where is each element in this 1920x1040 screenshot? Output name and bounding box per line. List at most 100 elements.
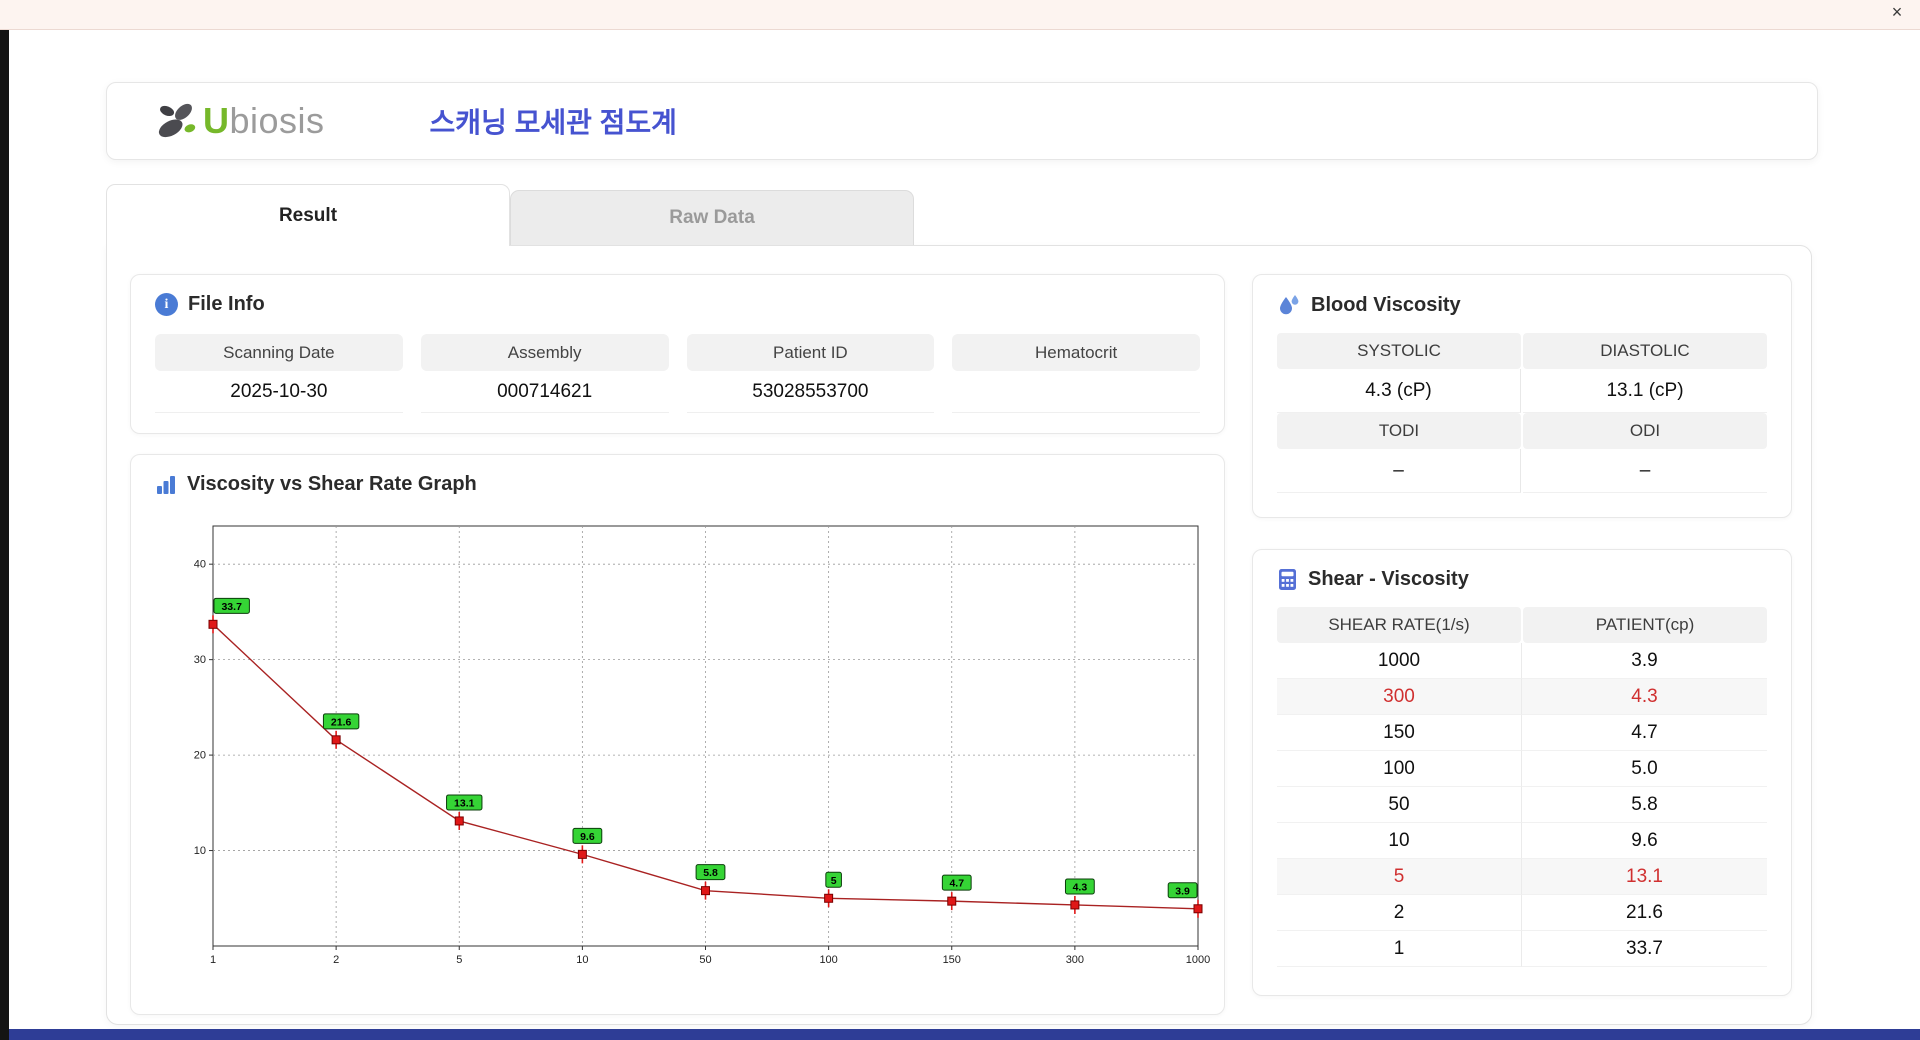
calculator-icon bbox=[1279, 569, 1296, 590]
logo-text: Ubiosis bbox=[203, 100, 325, 142]
shear-viscosity-header: Shear - Viscosity bbox=[1277, 568, 1767, 591]
field-value: 53028553700 bbox=[686, 371, 935, 413]
bv-value-systolic: 4.3 (cP) bbox=[1277, 369, 1521, 413]
svg-text:100: 100 bbox=[819, 954, 837, 966]
svg-text:9.6: 9.6 bbox=[580, 831, 595, 843]
shear-table-header: SHEAR RATE(1/s) PATIENT(cp) bbox=[1277, 607, 1767, 643]
field-value: 2025-10-30 bbox=[155, 371, 403, 413]
shear-row: 100 5.0 bbox=[1277, 751, 1767, 787]
bv-value-todi: – bbox=[1277, 449, 1521, 493]
field-label: Assembly bbox=[420, 334, 669, 371]
svg-text:33.7: 33.7 bbox=[221, 601, 242, 613]
shear-row: 1000 3.9 bbox=[1277, 643, 1767, 679]
field-label: Patient ID bbox=[686, 334, 935, 371]
blood-viscosity-header: Blood Viscosity bbox=[1277, 293, 1767, 317]
bv-label-systolic: SYSTOLIC bbox=[1277, 333, 1521, 369]
shear-rate-cell: 300 bbox=[1277, 679, 1522, 715]
field-value bbox=[952, 371, 1200, 413]
shear-rate-cell: 2 bbox=[1277, 895, 1522, 931]
bv-value-odi: – bbox=[1523, 449, 1767, 493]
shear-viscosity-card: Shear - Viscosity SHEAR RATE(1/s) PATIEN… bbox=[1252, 549, 1792, 996]
svg-text:21.6: 21.6 bbox=[331, 716, 352, 728]
svg-text:4.7: 4.7 bbox=[949, 878, 964, 890]
svg-text:5: 5 bbox=[831, 875, 837, 887]
svg-text:150: 150 bbox=[943, 954, 961, 966]
svg-text:4.3: 4.3 bbox=[1073, 881, 1088, 893]
svg-text:30: 30 bbox=[194, 654, 206, 666]
svg-text:5: 5 bbox=[456, 954, 462, 966]
file-info-title: File Info bbox=[188, 293, 265, 315]
bv-value-diastolic: 13.1 (cP) bbox=[1523, 369, 1767, 413]
file-info-header: i File Info bbox=[155, 293, 1200, 316]
shear-col-rate: SHEAR RATE(1/s) bbox=[1277, 607, 1521, 643]
bv-label-todi: TODI bbox=[1277, 413, 1521, 449]
shear-row: 2 21.6 bbox=[1277, 895, 1767, 931]
file-info-card: i File Info Scanning Date 2025-10-30 Ass… bbox=[130, 274, 1225, 434]
shear-rate-cell: 1000 bbox=[1277, 643, 1522, 679]
field-patient-id: Patient ID 53028553700 bbox=[686, 334, 935, 413]
graph-card: Viscosity vs Shear Rate Graph 10 20 30 40 1 2… bbox=[130, 454, 1225, 1015]
bottom-accent-bar bbox=[9, 1029, 1920, 1040]
shear-row: 50 5.8 bbox=[1277, 787, 1767, 823]
graph-title: Viscosity vs Shear Rate Graph bbox=[187, 473, 477, 495]
bv-label-odi: ODI bbox=[1523, 413, 1767, 449]
field-label: Scanning Date bbox=[155, 334, 403, 371]
blood-viscosity-title: Blood Viscosity bbox=[1311, 293, 1461, 316]
patient-cp-cell: 9.6 bbox=[1522, 823, 1767, 859]
graph-header: Viscosity vs Shear Rate Graph bbox=[155, 473, 1200, 496]
patient-cp-cell: 4.7 bbox=[1522, 715, 1767, 751]
svg-text:1: 1 bbox=[210, 954, 216, 966]
svg-text:1000: 1000 bbox=[1186, 954, 1210, 966]
app-logo: Ubiosis bbox=[155, 100, 325, 142]
shear-row: 300 4.3 bbox=[1277, 679, 1767, 715]
field-value: 000714621 bbox=[420, 371, 669, 413]
shear-rate-cell: 10 bbox=[1277, 823, 1522, 859]
bv-label-diastolic: DIASTOLIC bbox=[1523, 333, 1767, 369]
tab-result[interactable]: Result bbox=[106, 184, 510, 246]
header-card: Ubiosis 스캐닝 모세관 점도계 bbox=[106, 82, 1818, 160]
viscosity-chart: 10 20 30 40 1 2 5 10 50 100 150 300 1000 33.7 21.6 13.1… bbox=[194, 525, 1210, 966]
window-titlebar: × bbox=[0, 0, 1920, 30]
shear-row: 10 9.6 bbox=[1277, 823, 1767, 859]
shear-rate-cell: 100 bbox=[1277, 751, 1522, 787]
field-hematocrit: Hematocrit bbox=[952, 334, 1200, 413]
patient-cp-cell: 33.7 bbox=[1522, 931, 1767, 967]
content-panel: i File Info Scanning Date 2025-10-30 Ass… bbox=[106, 245, 1812, 1025]
shear-viscosity-table: SHEAR RATE(1/s) PATIENT(cp) 1000 3.9 300… bbox=[1277, 607, 1767, 967]
tab-raw-data[interactable]: Raw Data bbox=[510, 190, 914, 245]
svg-text:5.8: 5.8 bbox=[703, 867, 718, 879]
svg-text:3.9: 3.9 bbox=[1175, 885, 1190, 897]
shear-viscosity-title: Shear - Viscosity bbox=[1308, 568, 1469, 590]
shear-rate-cell: 1 bbox=[1277, 931, 1522, 967]
info-icon: i bbox=[155, 293, 178, 316]
patient-cp-cell: 5.8 bbox=[1522, 787, 1767, 823]
patient-cp-cell: 4.3 bbox=[1522, 679, 1767, 715]
field-label: Hematocrit bbox=[952, 334, 1200, 371]
shear-row: 5 13.1 bbox=[1277, 859, 1767, 895]
tab-bar: Result Raw Data bbox=[106, 184, 914, 246]
bar-chart-icon bbox=[157, 475, 175, 494]
app-window: Ubiosis 스캐닝 모세관 점도계 Result Raw Data i Fi… bbox=[9, 31, 1920, 1029]
patient-cp-cell: 3.9 bbox=[1522, 643, 1767, 679]
shear-row: 1 33.7 bbox=[1277, 931, 1767, 967]
file-info-fields: Scanning Date 2025-10-30 Assembly 000714… bbox=[155, 334, 1200, 413]
field-assembly: Assembly 000714621 bbox=[420, 334, 669, 413]
svg-text:13.1: 13.1 bbox=[454, 797, 475, 809]
svg-text:300: 300 bbox=[1066, 954, 1084, 966]
right-column: Blood Viscosity SYSTOLIC DIASTOLIC 4.3 (… bbox=[1252, 274, 1792, 1015]
svg-text:20: 20 bbox=[194, 750, 206, 762]
close-icon[interactable]: × bbox=[1886, 2, 1908, 23]
water-drop-icon bbox=[1280, 295, 1299, 315]
field-scanning-date: Scanning Date 2025-10-30 bbox=[155, 334, 403, 413]
blood-viscosity-card: Blood Viscosity SYSTOLIC DIASTOLIC 4.3 (… bbox=[1252, 274, 1792, 518]
svg-text:2: 2 bbox=[333, 954, 339, 966]
patient-cp-cell: 5.0 bbox=[1522, 751, 1767, 787]
svg-text:50: 50 bbox=[699, 954, 711, 966]
leaf-logo-icon bbox=[158, 103, 196, 138]
shear-col-patient: PATIENT(cp) bbox=[1523, 607, 1767, 643]
patient-cp-cell: 21.6 bbox=[1522, 895, 1767, 931]
shear-rate-cell: 5 bbox=[1277, 859, 1522, 895]
left-column: i File Info Scanning Date 2025-10-30 Ass… bbox=[130, 274, 1225, 1015]
logo-text-u: U bbox=[203, 100, 230, 141]
window-left-border bbox=[0, 30, 9, 1040]
